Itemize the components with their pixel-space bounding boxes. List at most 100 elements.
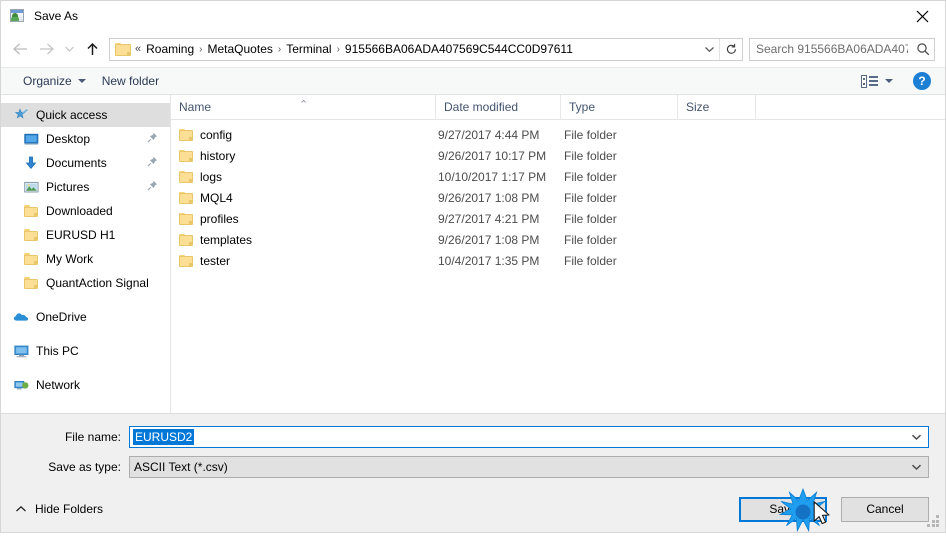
refresh-icon[interactable] xyxy=(719,38,742,60)
dialog-body: Quick access Desktop Documents Pictures … xyxy=(1,95,945,413)
title-bar: Save As xyxy=(1,1,945,31)
folder-icon xyxy=(179,254,193,267)
sidebar-item-label: QuantAction Signal xyxy=(46,276,149,290)
folder-icon xyxy=(23,227,39,243)
file-name-cell: MQL4 xyxy=(171,191,436,205)
sidebar-item-pictures[interactable]: Pictures xyxy=(1,175,170,199)
sidebar-item-label: Desktop xyxy=(46,132,91,146)
close-icon[interactable] xyxy=(899,1,945,31)
chevron-down-icon[interactable] xyxy=(911,460,922,474)
table-row[interactable]: tester 10/4/2017 1:35 PM File folder xyxy=(171,250,945,271)
file-name-cell: profiles xyxy=(171,212,436,226)
window-title: Save As xyxy=(34,9,79,23)
chevron-down-icon xyxy=(77,79,86,83)
pin-icon[interactable] xyxy=(147,156,158,170)
organize-label: Organize xyxy=(23,74,72,88)
save-button[interactable]: Save xyxy=(739,496,827,522)
sidebar-divider xyxy=(1,329,170,339)
pin-icon[interactable] xyxy=(147,132,158,146)
search-input[interactable] xyxy=(750,42,912,56)
sidebar-item-label: This PC xyxy=(36,344,79,358)
file-name-input[interactable]: EURUSD2 xyxy=(129,426,929,448)
table-row[interactable]: MQL4 9/26/2017 1:08 PM File folder xyxy=(171,187,945,208)
sidebar-item-downloaded[interactable]: Downloaded xyxy=(1,199,170,223)
file-name-label: File name: xyxy=(64,430,121,444)
save-as-icon xyxy=(10,8,26,24)
sidebar-item-desktop[interactable]: Desktop xyxy=(1,127,170,151)
table-row[interactable]: templates 9/26/2017 1:08 PM File folder xyxy=(171,229,945,250)
file-type-cell: File folder xyxy=(564,148,617,163)
sidebar-item-my-work[interactable]: My Work xyxy=(1,247,170,271)
folder-icon xyxy=(179,128,193,141)
breadcrumb-separator[interactable]: › xyxy=(335,44,342,55)
address-bar[interactable]: « Roaming › MetaQuotes › Terminal › 9155… xyxy=(109,37,743,61)
file-type-cell: File folder xyxy=(564,127,617,142)
file-date-cell: 9/27/2017 4:44 PM xyxy=(438,127,540,142)
breadcrumb-item-guid[interactable]: 915566BA06ADA407569C544CC0D97611 xyxy=(342,40,576,58)
folder-icon xyxy=(179,212,193,225)
pin-icon[interactable] xyxy=(147,180,158,194)
chevron-down-icon[interactable] xyxy=(911,430,922,444)
change-view-button[interactable] xyxy=(855,72,899,91)
help-label: ? xyxy=(918,74,926,88)
file-date-cell: 10/10/2017 1:17 PM xyxy=(438,169,547,184)
breadcrumb-item-metaquotes[interactable]: MetaQuotes xyxy=(205,40,276,58)
sidebar-item-network[interactable]: Network xyxy=(1,373,170,397)
breadcrumb-item-roaming[interactable]: Roaming xyxy=(143,40,197,58)
file-name-row: File name: EURUSD2 xyxy=(17,426,929,448)
column-header-name[interactable]: Name ⌃ xyxy=(171,95,436,119)
folder-icon xyxy=(23,203,39,219)
sidebar-item-quantaction-signal[interactable]: QuantAction Signal xyxy=(1,271,170,295)
table-row[interactable]: profiles 9/27/2017 4:21 PM File folder xyxy=(171,208,945,229)
recent-locations-button[interactable] xyxy=(59,36,79,62)
file-name-cell: logs xyxy=(171,170,436,184)
file-list-pane: Name ⌃ Date modified Type Size config 9/… xyxy=(171,95,945,413)
help-icon[interactable]: ? xyxy=(913,72,931,90)
breadcrumb-overflow[interactable]: « xyxy=(134,43,143,55)
file-name-label: history xyxy=(200,148,236,163)
resize-grip-icon[interactable] xyxy=(927,515,940,528)
up-button[interactable] xyxy=(79,36,105,62)
breadcrumb-separator[interactable]: › xyxy=(197,44,204,55)
file-type-cell: File folder xyxy=(564,232,617,247)
organize-button[interactable]: Organize xyxy=(15,71,94,91)
file-date-cell: 10/4/2017 1:35 PM xyxy=(438,253,540,268)
back-button[interactable] xyxy=(7,36,33,62)
sidebar-item-label: Network xyxy=(36,378,81,392)
sidebar-item-onedrive[interactable]: OneDrive xyxy=(1,305,170,329)
column-header-date-modified[interactable]: Date modified xyxy=(436,95,561,119)
address-dropdown-icon[interactable] xyxy=(699,39,719,60)
column-header-type[interactable]: Type xyxy=(561,95,678,119)
sidebar-item-quick-access[interactable]: Quick access xyxy=(1,103,170,127)
save-as-dialog: Save As « Roaming › MetaQuotes › Termina… xyxy=(0,0,946,533)
forward-button[interactable] xyxy=(33,36,59,62)
save-as-type-select[interactable]: ASCII Text (*.csv) xyxy=(129,456,929,478)
dialog-footer: Hide Folders Save Cancel xyxy=(1,486,945,532)
folder-icon xyxy=(179,149,193,162)
hide-folders-button[interactable]: Hide Folders xyxy=(15,502,103,516)
table-row[interactable]: history 9/26/2017 10:17 PM File folder xyxy=(171,145,945,166)
file-name-label: logs xyxy=(200,169,223,184)
cancel-button[interactable]: Cancel xyxy=(841,496,929,522)
new-folder-button[interactable]: New folder xyxy=(94,71,167,91)
sidebar-item-label: Pictures xyxy=(46,180,90,194)
breadcrumb-item-terminal[interactable]: Terminal xyxy=(283,40,334,58)
sidebar-item-label: My Work xyxy=(46,252,94,266)
folder-icon xyxy=(179,233,193,246)
table-row[interactable]: config 9/27/2017 4:44 PM File folder xyxy=(171,124,945,145)
breadcrumb-separator[interactable]: › xyxy=(276,44,283,55)
file-type-cell: File folder xyxy=(564,169,617,184)
search-box[interactable] xyxy=(749,37,935,61)
sort-ascending-icon: ⌃ xyxy=(299,99,309,111)
this-pc-icon xyxy=(13,343,29,359)
table-row[interactable]: logs 10/10/2017 1:17 PM File folder xyxy=(171,166,945,187)
desktop-icon xyxy=(23,131,39,147)
sidebar-item-documents[interactable]: Documents xyxy=(1,151,170,175)
chevron-down-icon xyxy=(885,79,893,83)
sidebar-item-this-pc[interactable]: This PC xyxy=(1,339,170,363)
file-date-cell: 9/27/2017 4:21 PM xyxy=(438,211,540,226)
sidebar-item-label: OneDrive xyxy=(36,310,87,324)
column-header-size[interactable]: Size xyxy=(678,95,756,119)
cancel-label: Cancel xyxy=(866,502,904,516)
sidebar-item-eurusd-h1[interactable]: EURUSD H1 xyxy=(1,223,170,247)
